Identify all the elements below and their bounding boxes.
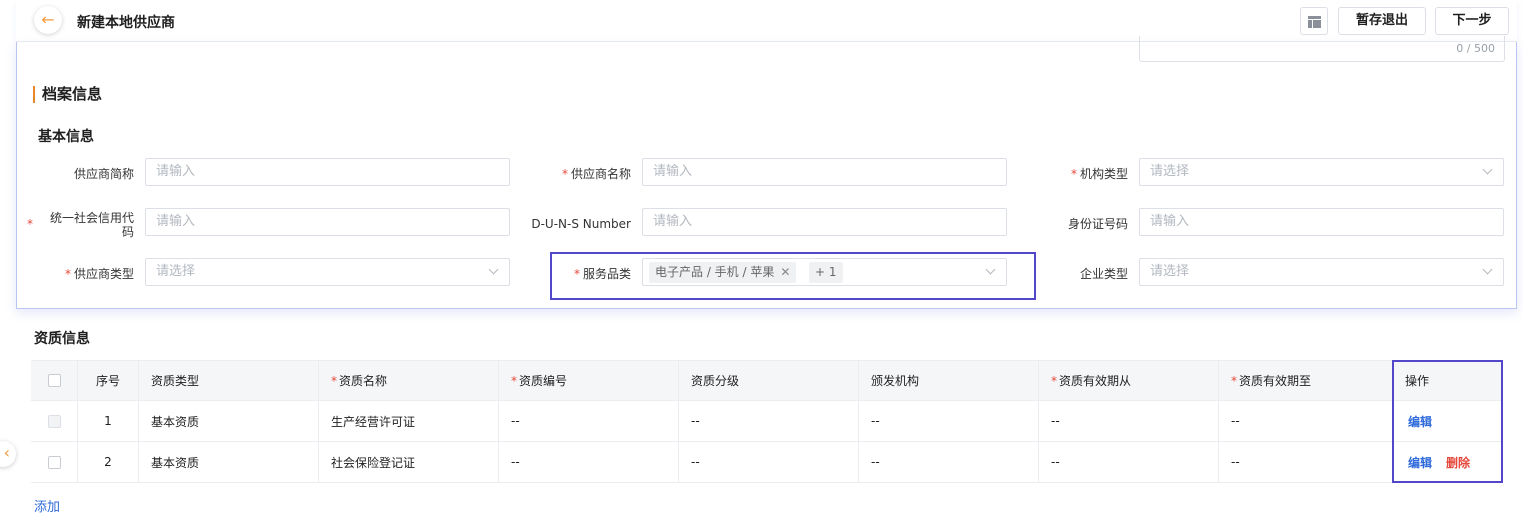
supplier-type-select[interactable]: 请选择 xyxy=(145,258,510,286)
row-checkbox[interactable] xyxy=(47,414,61,428)
cell-valid-to: -- xyxy=(1218,442,1392,482)
row-checkbox-cell xyxy=(31,442,77,482)
description-textarea[interactable]: 0 / 500 xyxy=(1139,36,1505,62)
next-step-button[interactable]: 下一步 xyxy=(1435,7,1509,35)
table-row: 2 基本资质 社会保险登记证 -- -- -- -- -- 编辑 删除 xyxy=(31,442,1503,483)
arrow-left-icon[interactable]: ← xyxy=(34,6,62,34)
chevron-down-icon xyxy=(1482,164,1493,175)
chevron-left-icon[interactable]: ‹ xyxy=(0,441,16,467)
enterprise-type-select[interactable]: 请选择 xyxy=(1139,258,1504,286)
section-title-archive: 档案信息 xyxy=(33,86,102,103)
select-all-checkbox[interactable] xyxy=(47,374,61,387)
highlight-service-category xyxy=(550,252,1036,300)
section-title-qualification: 资质信息 xyxy=(34,331,90,347)
cell-valid-to: -- xyxy=(1218,401,1392,441)
field-label-supplier-type: * 供应商类型 xyxy=(64,267,134,281)
cell-type: 基本资质 xyxy=(138,401,318,441)
cell-number: -- xyxy=(498,442,678,482)
row-checkbox-cell xyxy=(31,401,77,441)
cell-valid-from: -- xyxy=(1038,442,1218,482)
qualification-table: 序号 资质类型 * 资质名称 * 资质编号 资质分级 颁发机构 * 资质有效期从 * 资… xyxy=(31,360,1503,483)
field-label-id-number: 身份证号码 xyxy=(1067,217,1128,231)
cell-index: 1 xyxy=(77,401,138,441)
select-all-checkbox-cell xyxy=(31,361,77,400)
supplier-short-name-input[interactable]: 请输入 xyxy=(145,158,510,186)
col-header-level: 资质分级 xyxy=(678,361,858,400)
org-type-select[interactable]: 请选择 xyxy=(1139,158,1504,186)
chevron-down-icon xyxy=(488,264,499,275)
table-header-row: 序号 资质类型 * 资质名称 * 资质编号 资质分级 颁发机构 * 资质有效期从 * 资… xyxy=(31,361,1503,401)
cell-level: -- xyxy=(678,442,858,482)
char-counter: 0 / 500 xyxy=(1456,42,1495,55)
cell-number: -- xyxy=(498,401,678,441)
chevron-down-icon xyxy=(1482,264,1493,275)
cell-index: 2 xyxy=(77,442,138,482)
col-header-valid-from: * 资质有效期从 xyxy=(1038,361,1218,400)
cell-type: 基本资质 xyxy=(138,442,318,482)
id-number-input[interactable]: 请输入 xyxy=(1139,208,1504,236)
page-title: 新建本地供应商 xyxy=(77,15,175,31)
credit-code-input[interactable]: 请输入 xyxy=(145,208,510,236)
supplier-name-input[interactable]: 请输入 xyxy=(642,158,1007,186)
subsection-title-basic: 基本信息 xyxy=(38,129,94,145)
col-header-issuer: 颁发机构 xyxy=(858,361,1038,400)
field-label-duns-number: D-U-N-S Number xyxy=(531,217,631,231)
col-header-valid-to: * 资质有效期至 xyxy=(1218,361,1392,400)
cell-level: -- xyxy=(678,401,858,441)
field-label-supplier-name: * 供应商名称 xyxy=(561,167,631,181)
cell-valid-from: -- xyxy=(1038,401,1218,441)
table-row: 1 基本资质 生产经营许可证 -- -- -- -- -- 编辑 xyxy=(31,401,1503,442)
col-header-name: * 资质名称 xyxy=(318,361,498,400)
cell-name: 生产经营许可证 xyxy=(318,401,498,441)
save-exit-button[interactable]: 暂存退出 xyxy=(1338,7,1426,35)
field-label-credit-code: * 统一社会信用代码 xyxy=(27,211,134,239)
cell-issuer: -- xyxy=(858,401,1038,441)
col-header-type: 资质类型 xyxy=(138,361,318,400)
layout-icon[interactable] xyxy=(1300,7,1328,35)
highlight-actions-column xyxy=(1392,360,1503,483)
add-qualification-link[interactable]: 添加 xyxy=(34,496,60,514)
duns-number-input[interactable]: 请输入 xyxy=(642,208,1007,236)
col-header-index: 序号 xyxy=(77,361,138,400)
cell-issuer: -- xyxy=(858,442,1038,482)
field-label-org-type: * 机构类型 xyxy=(1070,167,1128,181)
field-label-supplier-short-name: 供应商简称 xyxy=(73,167,134,181)
cell-name: 社会保险登记证 xyxy=(318,442,498,482)
col-header-number: * 资质编号 xyxy=(498,361,678,400)
row-checkbox[interactable] xyxy=(47,455,61,469)
